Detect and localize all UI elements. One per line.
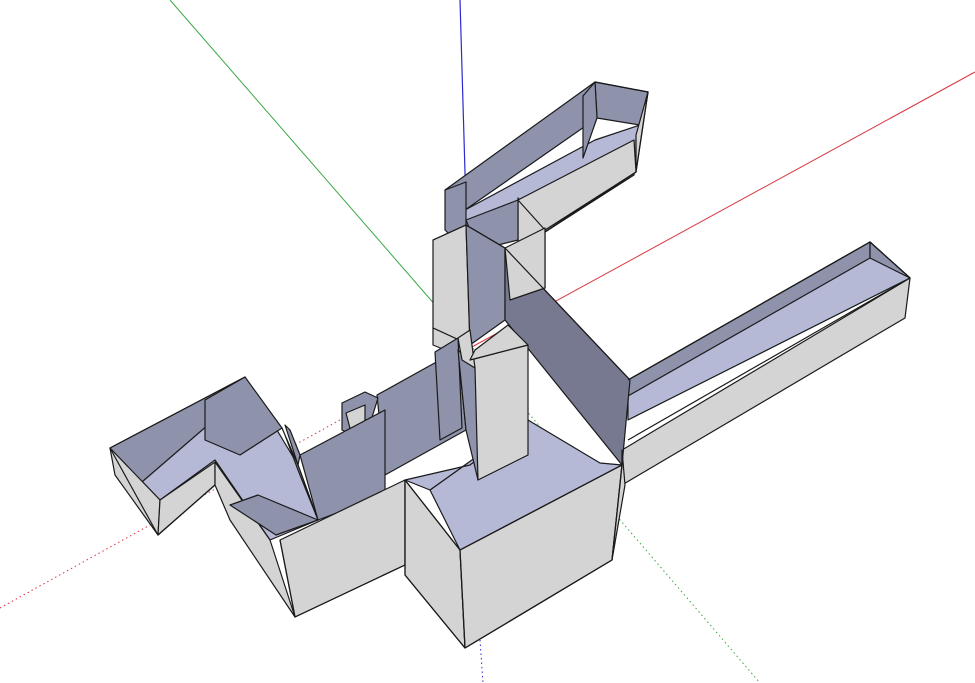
green-axis-solid (169, 0, 471, 346)
modeling-viewport[interactable] (0, 0, 975, 683)
right-corridor (621, 241, 911, 486)
blue-axis-dotted (479, 639, 484, 683)
3d-model-canvas[interactable] (0, 0, 975, 683)
